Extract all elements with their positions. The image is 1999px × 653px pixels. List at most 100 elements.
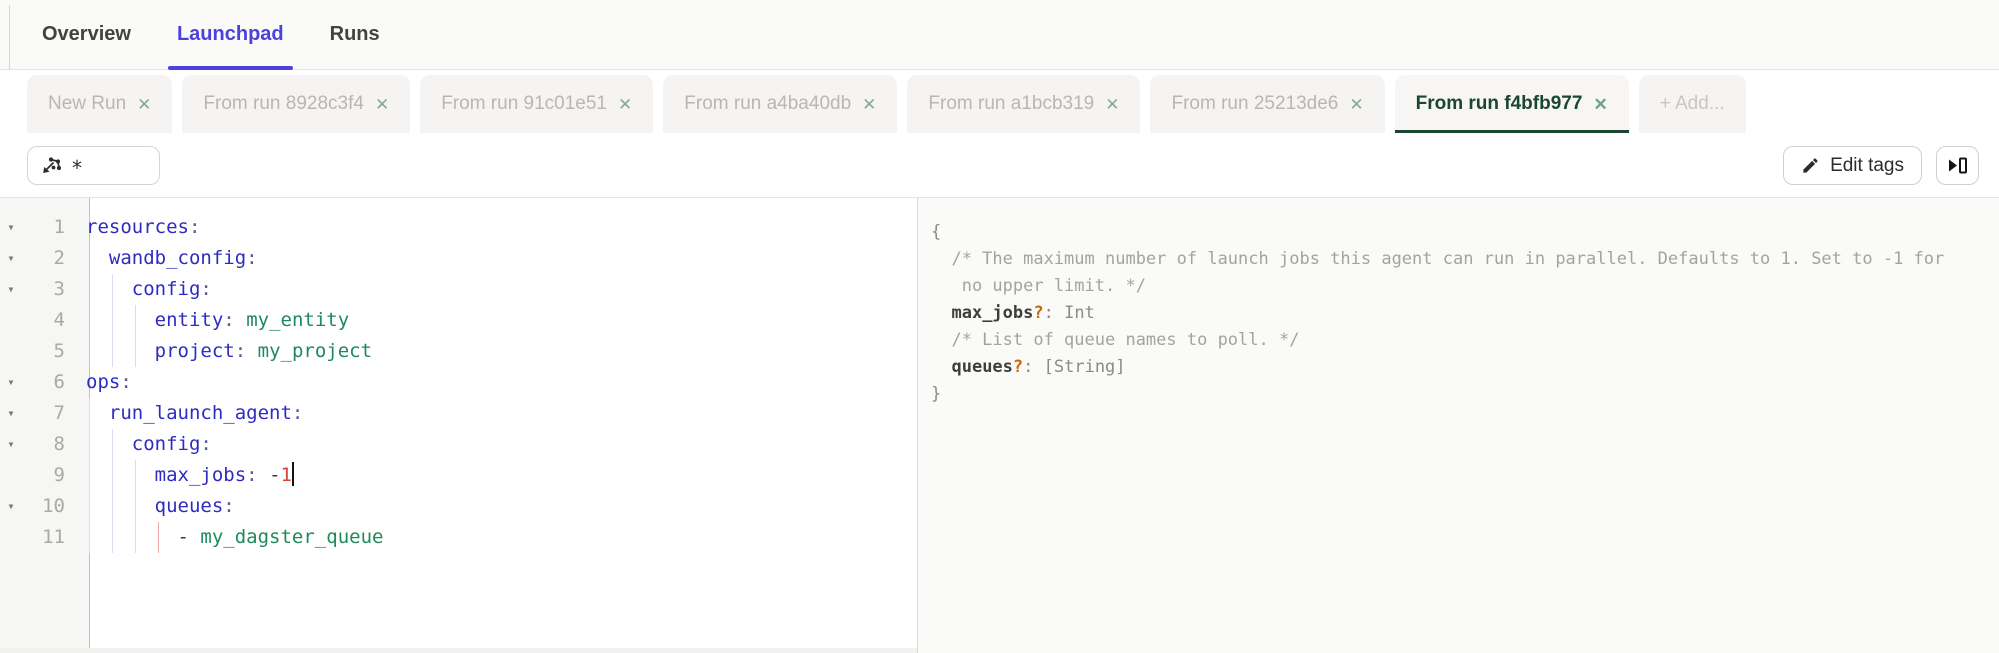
schema-token-p: :	[1043, 303, 1065, 323]
run-tab-label: From run a4ba40db	[684, 93, 852, 114]
close-icon[interactable]: ✕	[375, 96, 389, 113]
token-pun: :	[246, 464, 258, 486]
editor-line: ▾ 8 config:	[0, 429, 917, 460]
text-cursor	[291, 462, 294, 486]
run-tab-from-run-91c01e51[interactable]: From run 91c01e51 ✕	[420, 75, 654, 133]
edit-tags-button[interactable]: Edit tags	[1783, 146, 1922, 185]
fold-arrow-icon[interactable]: ▾	[0, 429, 22, 460]
schema-line: }	[931, 381, 1989, 408]
line-number: 4	[53, 309, 65, 331]
run-tab-label: From run f4bfb977	[1415, 93, 1583, 114]
token-pun: :	[200, 278, 212, 300]
line-number: 5	[53, 340, 65, 362]
indent-guide	[111, 429, 113, 460]
fold-arrow-icon[interactable]: ▾	[0, 491, 22, 522]
edit-tags-label: Edit tags	[1830, 154, 1904, 176]
run-tab-new-run[interactable]: New Run ✕	[27, 75, 173, 133]
indent-guide	[111, 336, 113, 367]
schema-token-c: /* List of queue names to poll. */	[931, 330, 1300, 350]
indent-guide	[89, 336, 90, 367]
run-tab-from-run-a4ba40db[interactable]: From run a4ba40db ✕	[663, 75, 898, 133]
schema-token-type: Int	[1064, 303, 1095, 323]
play-panel-icon	[1947, 156, 1969, 175]
schema-token-p: {	[931, 222, 942, 242]
code-line[interactable]: max_jobs: -1	[78, 460, 917, 491]
open-launch-panel-button[interactable]	[1936, 146, 1979, 185]
token-val: my_dagster_queue	[200, 526, 384, 548]
fold-arrow-icon[interactable]: ▾	[0, 243, 22, 274]
add-run-tab-button[interactable]: + Add...	[1638, 75, 1746, 133]
token-ws	[189, 526, 200, 548]
fold-arrow-icon[interactable]: ▾	[0, 212, 22, 243]
token-key: config	[131, 278, 201, 300]
line-number: 9	[53, 464, 65, 486]
close-icon[interactable]: ✕	[1105, 96, 1119, 113]
token-pun: :	[120, 371, 132, 393]
indent-guide	[89, 305, 90, 336]
indent-guide	[134, 336, 136, 367]
token-ws	[235, 309, 246, 331]
indent-guide	[89, 522, 90, 553]
indent-guide	[111, 274, 113, 305]
close-icon[interactable]: ✕	[1593, 96, 1607, 113]
indent-guide	[134, 305, 136, 336]
indent-guide	[111, 491, 113, 522]
launchpad-toolbar: * Edit tags	[0, 133, 1999, 198]
token-pun: :	[291, 402, 304, 424]
editor-bottom-strip	[0, 648, 917, 653]
indent-guide	[89, 274, 90, 305]
tab-launchpad[interactable]: Launchpad	[167, 0, 293, 70]
schema-token-type: [String]	[1043, 357, 1126, 377]
schema-line: /* The maximum number of launch jobs thi…	[931, 246, 1989, 273]
line-number: 3	[53, 278, 65, 300]
fold-arrow-icon[interactable]: ▾	[0, 398, 22, 429]
schema-token-q: ?	[1012, 357, 1024, 377]
token-ws	[246, 340, 257, 362]
close-icon[interactable]: ✕	[862, 96, 876, 113]
indent-guide	[89, 460, 90, 491]
token-val: my_entity	[246, 309, 350, 331]
code-line[interactable]: config:	[78, 274, 917, 305]
line-number: 7	[53, 402, 65, 424]
fold-arrow-icon[interactable]: ▾	[0, 367, 22, 398]
tab-runs[interactable]: Runs	[330, 0, 380, 70]
code-line[interactable]: run_launch_agent:	[78, 398, 917, 429]
token-key: resources	[86, 216, 189, 238]
close-icon[interactable]: ✕	[1349, 96, 1363, 113]
config-editor[interactable]: ▾ 1 resources: ▾ 2 wandb_config: ▾ 3 config: 4 …	[0, 198, 917, 653]
schema-token-c	[931, 303, 951, 323]
line-number: 11	[42, 526, 65, 548]
run-tab-from-run-8928c3f4[interactable]: From run 8928c3f4 ✕	[182, 75, 411, 133]
line-number: 2	[53, 247, 65, 269]
code-line[interactable]: entity: my_entity	[78, 305, 917, 336]
indent-guide	[89, 243, 90, 274]
line-number: 1	[53, 216, 65, 238]
indent-guide	[111, 305, 113, 336]
send-to-graph-icon	[40, 155, 62, 177]
tab-overview[interactable]: Overview	[42, 0, 131, 70]
op-selector-input[interactable]: *	[27, 146, 160, 185]
run-tab-from-run-a1bcb319[interactable]: From run a1bcb319 ✕	[907, 75, 1141, 133]
code-line[interactable]: project: my_project	[78, 336, 917, 367]
schema-token-p: }	[931, 384, 942, 404]
fold-arrow-icon[interactable]: ▾	[0, 274, 22, 305]
line-number: 8	[53, 433, 65, 455]
code-line[interactable]: resources:	[78, 212, 917, 243]
run-tabs: New Run ✕ From run 8928c3f4 ✕ From run 91c01…	[0, 70, 1999, 133]
token-pun: :	[223, 495, 235, 517]
schema-token-c: no upper limit. */	[931, 276, 1146, 296]
indent-guide	[89, 429, 90, 460]
code-line[interactable]: config:	[78, 429, 917, 460]
code-line[interactable]: wandb_config:	[78, 243, 917, 274]
token-key: entity	[154, 309, 224, 331]
code-line[interactable]: - my_dagster_queue	[78, 522, 917, 553]
close-icon[interactable]: ✕	[618, 96, 632, 113]
token-pun: :	[223, 309, 235, 331]
code-line[interactable]: queues:	[78, 491, 917, 522]
run-tab-from-run-25213de6[interactable]: From run 25213de6 ✕	[1150, 75, 1385, 133]
token-ws	[86, 495, 155, 517]
code-line[interactable]: ops:	[78, 367, 917, 398]
run-tab-from-run-f4bfb977[interactable]: From run f4bfb977 ✕	[1394, 75, 1629, 133]
close-icon[interactable]: ✕	[137, 96, 151, 113]
